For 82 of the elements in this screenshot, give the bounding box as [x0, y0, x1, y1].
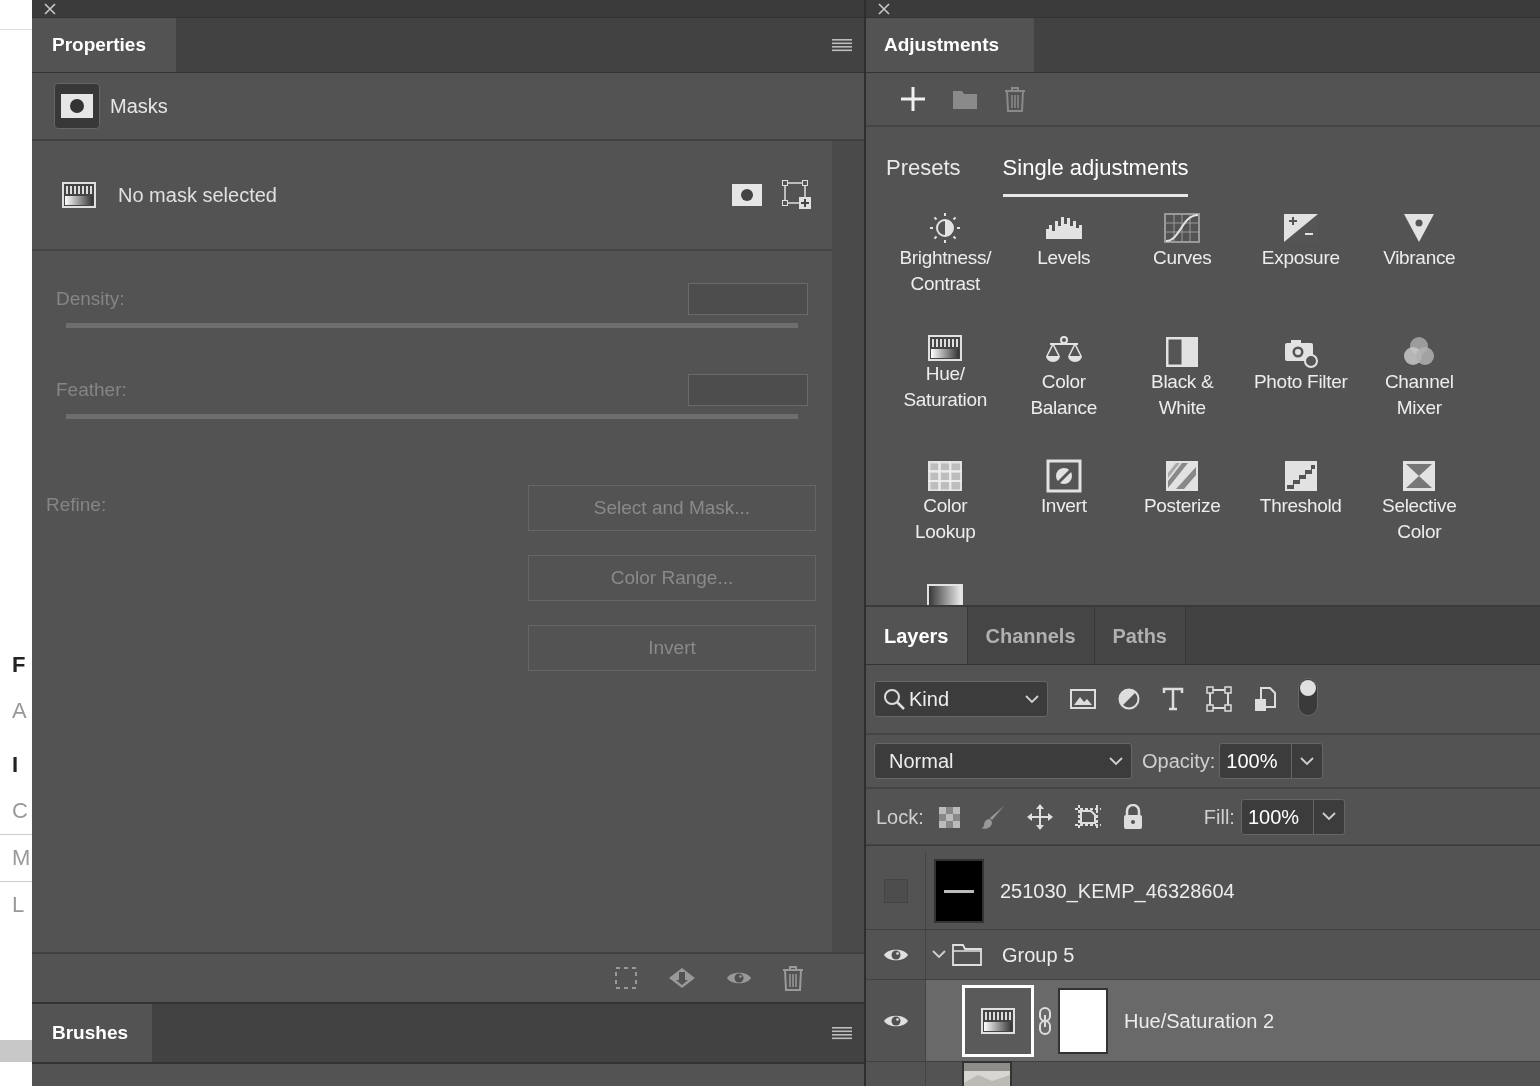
chevron-down-icon [1300, 756, 1315, 766]
lock-icon[interactable] [1121, 803, 1144, 830]
layer-thumbnail [934, 858, 984, 923]
adjustment-label[interactable]: Curves [1153, 245, 1212, 271]
mask-status: No mask selected [118, 183, 278, 208]
smart-object-icon[interactable] [1254, 686, 1276, 712]
close-icon[interactable] [878, 2, 890, 15]
adjustment-label[interactable]: Selective Color [1382, 493, 1457, 545]
curve-grid-icon [1162, 211, 1203, 245]
eye-icon[interactable] [726, 970, 752, 986]
hue-saturation-icon [928, 335, 963, 361]
menu-icon[interactable] [832, 38, 852, 52]
adjustment-tab[interactable]: Presets [886, 151, 961, 197]
move-icon[interactable] [1025, 802, 1054, 831]
adjustment-label[interactable]: Threshold [1259, 493, 1342, 519]
hue-saturation-icon [981, 1007, 1015, 1034]
adjustment-tab[interactable]: Single adjustments [1002, 151, 1189, 197]
menu-icon[interactable] [832, 1026, 852, 1040]
mask-thumbnail [1058, 987, 1108, 1054]
scroll-track[interactable] [832, 141, 864, 952]
chevron-down-icon [1321, 812, 1336, 821]
field-label: Lock: [876, 804, 924, 830]
panel-tab[interactable]: Brushes [32, 1004, 152, 1062]
filter-toggle[interactable] [1298, 678, 1318, 716]
adjustment-label[interactable]: Hue/ Saturation [903, 361, 988, 413]
layer-name: 251030_KEMP_46328604 [1000, 878, 1235, 905]
hue-saturation-icon [62, 182, 96, 208]
mask-icon [61, 94, 93, 118]
page-text: C [11, 797, 29, 825]
folder-icon [952, 943, 982, 966]
adjustment-label[interactable]: Exposure [1261, 245, 1340, 271]
adjustment-label[interactable]: Posterize [1144, 493, 1221, 519]
scroll-bar[interactable] [0, 1040, 32, 1062]
trash-icon[interactable] [782, 965, 804, 991]
chevron-down-icon [1109, 756, 1123, 766]
adjustment-label[interactable]: Channel Mixer [1384, 369, 1454, 421]
mask-button[interactable] [54, 83, 100, 129]
value-field[interactable] [688, 283, 808, 315]
pixel-mask-icon[interactable] [732, 184, 762, 206]
layer-row[interactable]: 251030_KEMP_46328604 [866, 852, 1540, 930]
adjustment-label[interactable]: Brightness/ Contrast [899, 245, 992, 297]
adjustment-label[interactable]: Invert [1040, 493, 1087, 519]
artboard-icon[interactable] [1073, 803, 1102, 830]
image-icon[interactable] [1070, 689, 1096, 709]
panel-tab[interactable]: Adjustments [866, 18, 1034, 72]
adjustment-label[interactable]: Photo Filter [1253, 369, 1348, 395]
checkerboard-icon[interactable] [937, 805, 960, 828]
adjustment-label[interactable]: Vibrance [1383, 245, 1456, 271]
blend-mode-dropdown[interactable]: Normal [874, 743, 1132, 779]
slider-track[interactable] [66, 414, 798, 419]
adjustment-label[interactable]: Levels [1037, 245, 1091, 271]
vector-mask-icon[interactable] [782, 180, 812, 210]
page-text: F [11, 651, 27, 679]
shape-icon[interactable] [1206, 686, 1232, 712]
section-title: Masks [110, 94, 168, 119]
layer-name: Hue/Saturation 2 [1124, 1008, 1275, 1034]
adjustment-label[interactable]: Color Balance [1030, 369, 1098, 421]
search-icon [883, 688, 905, 710]
field-label: Opacity: [1142, 749, 1216, 774]
layer-row[interactable]: Hue/Saturation 2 [866, 980, 1540, 1062]
slider-track[interactable] [66, 323, 798, 328]
load-selection-icon[interactable] [668, 966, 696, 990]
kind-dropdown[interactable]: Kind [874, 681, 1048, 717]
add-icon[interactable] [900, 86, 926, 112]
close-icon[interactable] [44, 2, 56, 15]
disclosure-icon [932, 950, 946, 959]
panel-tab[interactable]: Layers [866, 607, 968, 664]
selection-icon[interactable] [614, 966, 638, 990]
layer-name: Group 5 [1002, 942, 1075, 968]
panel-tab[interactable]: Properties [32, 18, 176, 72]
adjustment-label[interactable]: Color Lookup [914, 493, 976, 545]
page-text: A [11, 697, 28, 725]
type-icon[interactable] [1162, 687, 1184, 711]
adjustment-label[interactable]: Black & White [1151, 369, 1214, 421]
brush-icon[interactable] [979, 803, 1006, 830]
field-label: Fill: [1203, 804, 1235, 830]
page-text: I [11, 751, 20, 779]
value-field[interactable] [688, 374, 808, 406]
link-icon [1037, 1005, 1053, 1036]
chevron-down-icon [1025, 694, 1039, 704]
half-circle-icon[interactable] [1118, 688, 1140, 710]
layer-row[interactable]: Group 5 [866, 930, 1540, 980]
